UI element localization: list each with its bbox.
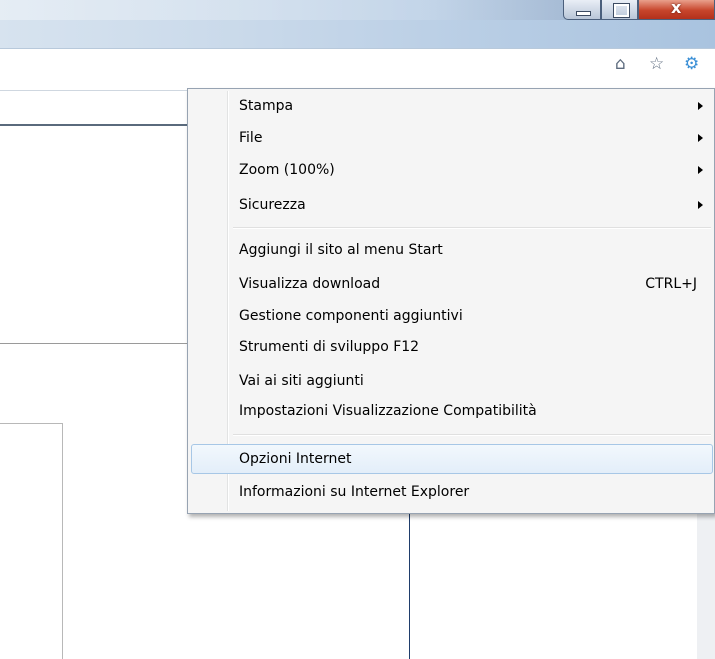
- close-icon: x: [671, 0, 682, 17]
- menu-separator: [233, 434, 711, 436]
- minimize-icon: [576, 11, 591, 16]
- menu-item-label: Visualizza download: [239, 276, 381, 292]
- maximize-icon: [613, 3, 630, 18]
- menu-item-label: File: [239, 130, 263, 146]
- menu-item-label: Impostazioni Visualizzazione Compatibili…: [239, 403, 537, 419]
- menu-item-label: Informazioni su Internet Explorer: [239, 484, 470, 500]
- menu-item-file[interactable]: File: [191, 123, 713, 153]
- menu-item-about-ie[interactable]: Informazioni su Internet Explorer: [191, 477, 713, 507]
- menu-item-add-site-start[interactable]: Aggiungi il sito al menu Start: [191, 235, 713, 265]
- menu-item-label: Vai ai siti aggiunti: [239, 373, 364, 389]
- menu-item-label: Stampa: [239, 98, 294, 114]
- submenu-arrow-icon: [698, 166, 703, 174]
- title-bar: x: [0, 0, 715, 49]
- menu-item-stampa[interactable]: Stampa: [191, 91, 713, 121]
- menu-item-view-downloads[interactable]: Visualizza download CTRL+J: [191, 269, 713, 299]
- menu-separator: [233, 227, 711, 229]
- gear-icon[interactable]: ⚙: [684, 54, 699, 74]
- menu-item-label: Strumenti di sviluppo F12: [239, 339, 420, 355]
- star-favorites-icon[interactable]: ☆: [649, 54, 664, 74]
- submenu-arrow-icon: [698, 134, 703, 142]
- submenu-arrow-icon: [698, 201, 703, 209]
- tab-underline: [0, 124, 200, 126]
- menu-item-shortcut: CTRL+J: [645, 276, 697, 292]
- content-box-edge: [62, 423, 63, 659]
- maximize-button[interactable]: [601, 0, 638, 20]
- home-icon[interactable]: ⌂: [615, 54, 626, 74]
- submenu-arrow-icon: [698, 102, 703, 110]
- menu-item-sicurezza[interactable]: Sicurezza: [191, 190, 713, 220]
- menu-item-manage-addons[interactable]: Gestione componenti aggiuntivi: [191, 301, 713, 331]
- menu-item-label: Aggiungi il sito al menu Start: [239, 242, 443, 258]
- menu-item-internet-options[interactable]: Opzioni Internet: [191, 444, 713, 474]
- content-box-top: [0, 423, 62, 424]
- menu-item-label: Gestione componenti aggiuntivi: [239, 308, 463, 324]
- content-column-line: [409, 514, 410, 659]
- menu-item-compatibility-settings[interactable]: Impostazioni Visualizzazione Compatibili…: [191, 396, 713, 426]
- menu-item-label: Zoom (100%): [239, 162, 335, 178]
- menu-item-developer-tools[interactable]: Strumenti di sviluppo F12: [191, 332, 713, 362]
- menu-item-label: Sicurezza: [239, 197, 306, 213]
- close-button[interactable]: x: [638, 0, 715, 20]
- content-divider: [0, 343, 188, 344]
- menu-item-label: Opzioni Internet: [239, 451, 352, 467]
- minimize-button[interactable]: [563, 0, 601, 20]
- menu-item-pinned-sites[interactable]: Vai ai siti aggiunti: [191, 366, 713, 396]
- menu-item-zoom[interactable]: Zoom (100%): [191, 155, 713, 185]
- tools-menu: Stampa File Zoom (100%) Sicurezza Aggiun…: [187, 88, 715, 514]
